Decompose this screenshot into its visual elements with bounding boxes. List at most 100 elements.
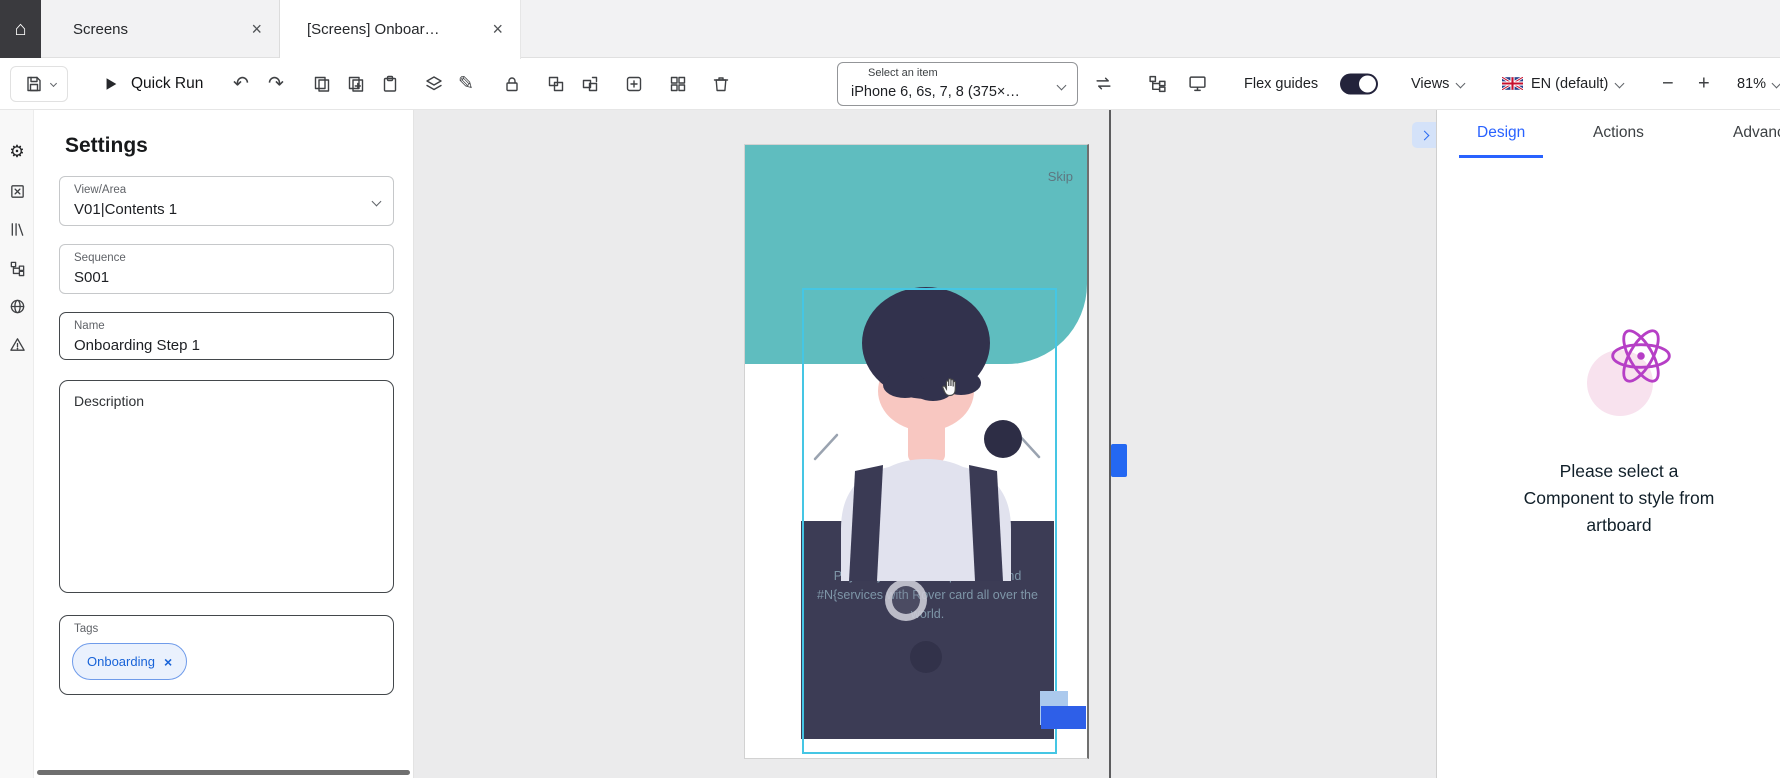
zoom-level-dropdown[interactable]: 81% xyxy=(1737,76,1780,92)
chevron-down-icon xyxy=(372,197,382,207)
plus-icon: + xyxy=(1698,72,1710,95)
edit-button[interactable]: ✎ xyxy=(458,74,474,93)
description-field[interactable]: Description xyxy=(59,380,394,593)
zoom-out-button[interactable]: − xyxy=(1662,72,1674,95)
lock-button[interactable] xyxy=(501,73,523,95)
tag-chip-label: Onboarding xyxy=(87,654,155,669)
tab-advanced[interactable]: Advanced xyxy=(1733,124,1780,142)
paste-icon xyxy=(379,73,401,95)
toggle-knob xyxy=(1359,75,1376,92)
add-screen-button[interactable] xyxy=(623,73,645,95)
language-dropdown[interactable]: EN (default) xyxy=(1502,76,1623,92)
app-window: ⌂ Screens × [Screens] Onboar… × Quick Ru… xyxy=(0,0,1780,778)
tab-screens-onboarding[interactable]: [Screens] Onboar… × xyxy=(280,0,521,59)
redo-icon: ↷ xyxy=(268,74,284,93)
canvas[interactable]: Skip Payment Pay for your favorite produ… xyxy=(414,110,1436,778)
name-value: Onboarding Step 1 xyxy=(74,337,200,354)
device-select[interactable]: Select an item iPhone 6, 6s, 7, 8 (375×… xyxy=(837,62,1078,106)
gear-icon: ⚙ xyxy=(9,143,24,160)
play-icon xyxy=(100,73,122,95)
box-x-icon xyxy=(9,183,26,200)
tree-icon xyxy=(9,260,26,277)
sidebar-item-warnings[interactable] xyxy=(0,329,34,359)
zoom-in-button[interactable]: + xyxy=(1698,72,1710,95)
selection-handle-blue[interactable] xyxy=(1041,706,1086,729)
sync-icon xyxy=(1092,73,1114,95)
paste-button[interactable] xyxy=(379,73,401,95)
empty-state-line: artboard xyxy=(1489,512,1749,539)
settings-panel: Settings View/Area V01|Contents 1 Sequen… xyxy=(34,110,414,778)
quick-run-button[interactable]: Quick Run xyxy=(100,73,203,95)
quick-run-label: Quick Run xyxy=(131,75,203,93)
chevron-down-icon xyxy=(1057,81,1067,91)
tab-label: Screens xyxy=(73,21,246,38)
redo-button[interactable]: ↷ xyxy=(268,74,284,93)
sidebar-item-settings[interactable]: ⚙ xyxy=(0,136,34,166)
screen-tree-button[interactable] xyxy=(1146,73,1168,95)
skip-link[interactable]: Skip xyxy=(1048,169,1073,184)
views-dropdown[interactable]: Views xyxy=(1411,76,1464,92)
empty-state-message: Please select a Component to style from … xyxy=(1489,458,1749,539)
tab-screens[interactable]: Screens × xyxy=(41,0,280,58)
active-tab-underline xyxy=(1459,155,1543,158)
flex-guides-toggle[interactable] xyxy=(1340,73,1378,94)
sequence-label: Sequence xyxy=(74,252,126,264)
sidebar-item-library[interactable] xyxy=(0,214,34,244)
tag-chip-onboarding[interactable]: Onboarding × xyxy=(72,643,187,680)
view-area-label: View/Area xyxy=(74,184,126,196)
panel-splitter-handle[interactable] xyxy=(1111,444,1127,477)
ungroup-button[interactable] xyxy=(579,73,601,95)
close-icon[interactable]: × xyxy=(246,19,267,40)
copy-button[interactable] xyxy=(311,73,333,95)
close-icon[interactable]: × xyxy=(487,19,508,40)
chevron-down-icon xyxy=(1772,79,1780,89)
sidebar-item-localization[interactable] xyxy=(0,291,34,321)
page-title: Settings xyxy=(65,134,148,158)
device-select-value: iPhone 6, 6s, 7, 8 (375×… xyxy=(851,84,1020,100)
close-icon[interactable]: × xyxy=(164,654,172,670)
selection-box[interactable] xyxy=(802,288,1057,754)
layers-button[interactable] xyxy=(423,73,445,95)
horizontal-scrollbar[interactable] xyxy=(37,770,410,775)
tab-bar: ⌂ Screens × [Screens] Onboar… × xyxy=(0,0,1780,58)
sidebar-item-screen-tree[interactable] xyxy=(0,253,34,283)
empty-state-line: Please select a xyxy=(1489,458,1749,485)
view-area-select[interactable]: View/Area V01|Contents 1 xyxy=(59,176,394,226)
artboard-iphone[interactable]: Skip Payment Pay for your favorite produ… xyxy=(744,144,1089,759)
zoom-level: 81% xyxy=(1737,76,1766,92)
name-label: Name xyxy=(74,320,105,332)
sync-button[interactable] xyxy=(1092,73,1114,95)
preview-button[interactable] xyxy=(1186,73,1208,95)
undo-icon: ↶ xyxy=(233,74,249,93)
tab-design[interactable]: Design xyxy=(1477,124,1525,142)
tags-field[interactable]: Tags Onboarding × xyxy=(59,615,394,695)
undo-button[interactable]: ↶ xyxy=(233,74,249,93)
home-icon: ⌂ xyxy=(14,18,26,41)
save-icon xyxy=(23,73,45,95)
chevron-right-icon xyxy=(1419,130,1429,140)
toolbar: Quick Run ↶ ↷ ✎ xyxy=(0,58,1780,110)
layout-grid-button[interactable] xyxy=(667,73,689,95)
inspector-panel: Design Actions Advanced Please select a … xyxy=(1436,110,1780,778)
home-button[interactable]: ⌂ xyxy=(0,0,41,58)
device-select-label: Select an item xyxy=(868,67,938,79)
globe-icon xyxy=(9,298,26,315)
sequence-field[interactable]: Sequence S001 xyxy=(59,244,394,294)
minus-icon: − xyxy=(1662,72,1674,95)
empty-state-line: Component to style from xyxy=(1489,485,1749,512)
views-label: Views xyxy=(1411,76,1449,92)
monitor-icon xyxy=(1186,73,1208,95)
delete-button[interactable] xyxy=(710,73,732,95)
collapse-panel-button[interactable] xyxy=(1412,122,1436,148)
tab-label: [Screens] Onboar… xyxy=(307,21,487,38)
atom-icon xyxy=(1607,322,1675,390)
flex-guides-label: Flex guides xyxy=(1244,76,1318,92)
tab-actions[interactable]: Actions xyxy=(1593,124,1644,142)
group-button[interactable] xyxy=(545,73,567,95)
save-button[interactable] xyxy=(10,66,68,102)
duplicate-button[interactable] xyxy=(345,73,367,95)
sidebar-item-components[interactable] xyxy=(0,176,34,206)
lock-icon xyxy=(501,73,523,95)
uk-flag-icon xyxy=(1502,77,1523,90)
name-field[interactable]: Name Onboarding Step 1 xyxy=(59,312,394,360)
